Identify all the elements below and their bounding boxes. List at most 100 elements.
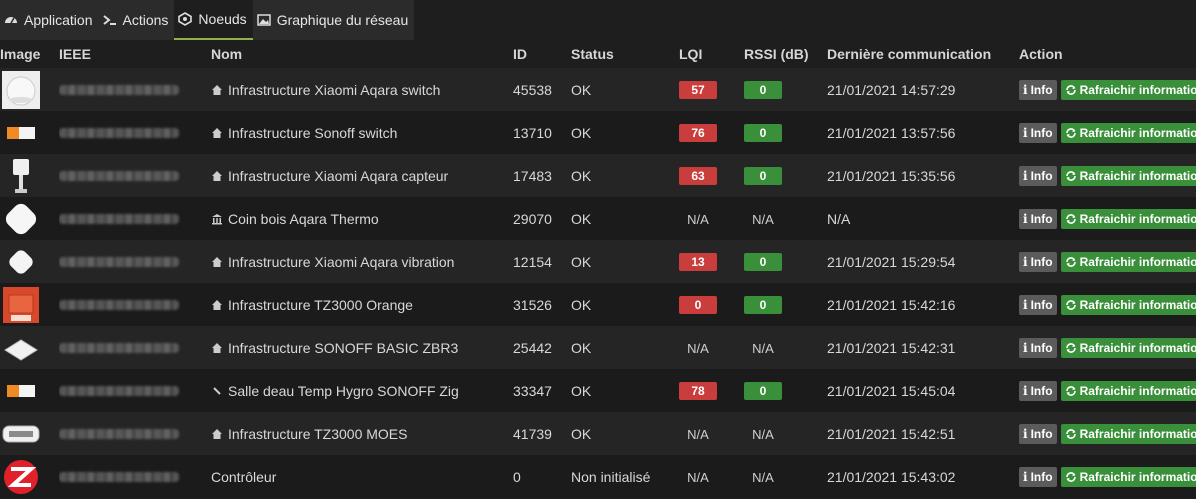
- device-name: Infrastructure TZ3000 Orange: [211, 297, 513, 313]
- device-id: 12154: [513, 240, 571, 283]
- device-id: 25442: [513, 326, 571, 369]
- info-icon: i: [1023, 469, 1028, 484]
- last-communication: 21/01/2021 15:35:56: [827, 154, 1019, 197]
- table-row: Contrôleur 0 Non initialisé N/A N/A 21/0…: [0, 455, 1196, 498]
- home-icon: [211, 84, 223, 96]
- info-button[interactable]: i Info: [1019, 165, 1057, 186]
- tab-actions[interactable]: Actions: [98, 0, 175, 40]
- refresh-button-label: Rafraichir informations: [1079, 211, 1196, 226]
- refresh-button[interactable]: Rafraichir informations: [1060, 79, 1196, 100]
- table-row: Coin bois Aqara Thermo 29070 OK N/A N/A …: [0, 197, 1196, 240]
- device-name: Infrastructure SONOFF BASIC ZBR3: [211, 340, 513, 356]
- device-image: [0, 414, 42, 454]
- refresh-button-label: Rafraichir informations: [1079, 340, 1196, 355]
- device-name-label: Infrastructure Xiaomi Aqara switch: [228, 81, 441, 98]
- refresh-button-label: Rafraichir informations: [1079, 168, 1196, 183]
- refresh-button-label: Rafraichir informations: [1079, 254, 1196, 269]
- device-name-label: Salle deau Temp Hygro SONOFF Zig: [228, 382, 459, 399]
- lqi-badge: 78: [679, 381, 717, 400]
- rssi-badge: 0: [744, 295, 782, 314]
- info-button[interactable]: i Info: [1019, 208, 1057, 229]
- last-communication: 21/01/2021 15:45:04: [827, 369, 1019, 412]
- last-communication: 21/01/2021 15:42:31: [827, 326, 1019, 369]
- info-button-label: Info: [1030, 383, 1053, 398]
- refresh-button-label: Rafraichir informations: [1079, 383, 1196, 398]
- last-communication: 21/01/2021 14:57:29: [827, 68, 1019, 111]
- device-name-label: Infrastructure Xiaomi Aqara vibration: [228, 253, 455, 270]
- device-image: [0, 199, 42, 239]
- info-button[interactable]: i Info: [1019, 122, 1057, 143]
- info-button[interactable]: i Info: [1019, 466, 1057, 487]
- device-image: [0, 285, 42, 325]
- home-icon: [211, 342, 223, 354]
- refresh-button[interactable]: Rafraichir informations: [1060, 208, 1196, 229]
- device-image: [0, 242, 42, 282]
- refresh-icon: [1065, 170, 1076, 181]
- device-name-label: Contrôleur: [211, 468, 277, 485]
- image-icon: [256, 14, 271, 26]
- col-lqi: LQI: [679, 46, 703, 62]
- device-image: [0, 113, 42, 153]
- col-ieee: IEEE: [59, 46, 91, 62]
- refresh-icon: [1065, 471, 1076, 482]
- refresh-button[interactable]: Rafraichir informations: [1060, 380, 1196, 401]
- ieee-redacted: [59, 170, 179, 181]
- device-id: 41739: [513, 412, 571, 455]
- refresh-button[interactable]: Rafraichir informations: [1060, 337, 1196, 358]
- device-id: 33347: [513, 369, 571, 412]
- refresh-icon: [1065, 385, 1076, 396]
- home-icon: [211, 299, 223, 311]
- device-name-label: Infrastructure TZ3000 Orange: [228, 296, 413, 313]
- refresh-button-label: Rafraichir informations: [1079, 125, 1196, 140]
- refresh-button[interactable]: Rafraichir informations: [1060, 165, 1196, 186]
- table-row: Infrastructure Xiaomi Aqara vibration 12…: [0, 240, 1196, 283]
- device-name-label: Infrastructure TZ3000 MOES: [228, 425, 408, 442]
- refresh-button-label: Rafraichir informations: [1079, 426, 1196, 441]
- col-last-comm: Dernière communication: [827, 46, 992, 62]
- device-name: Infrastructure Xiaomi Aqara vibration: [211, 254, 513, 270]
- device-status: OK: [571, 111, 679, 154]
- last-communication: N/A: [827, 197, 1019, 240]
- col-status: Status: [571, 46, 614, 62]
- home-icon: [211, 256, 223, 268]
- info-button[interactable]: i Info: [1019, 294, 1057, 315]
- ieee-redacted: [59, 256, 179, 267]
- refresh-icon: [1065, 213, 1076, 224]
- tab-graphique[interactable]: Graphique du réseau: [252, 0, 415, 40]
- refresh-button[interactable]: Rafraichir informations: [1060, 466, 1196, 487]
- tab-application[interactable]: Application: [0, 0, 99, 40]
- info-button[interactable]: i Info: [1019, 380, 1057, 401]
- home-icon: [211, 428, 223, 440]
- ieee-redacted: [59, 299, 179, 310]
- refresh-button-label: Rafraichir informations: [1079, 469, 1196, 484]
- info-button[interactable]: i Info: [1019, 337, 1057, 358]
- info-icon: i: [1023, 426, 1028, 441]
- refresh-icon: [1065, 84, 1076, 95]
- device-image: [0, 156, 42, 196]
- info-icon: i: [1023, 211, 1028, 226]
- info-icon: i: [1023, 383, 1028, 398]
- info-button[interactable]: i Info: [1019, 423, 1057, 444]
- info-button[interactable]: i Info: [1019, 251, 1057, 272]
- dashboard-icon: [5, 17, 17, 24]
- last-communication: 21/01/2021 13:57:56: [827, 111, 1019, 154]
- ieee-redacted: [59, 84, 179, 95]
- device-status: OK: [571, 68, 679, 111]
- lqi-badge: 0: [679, 295, 717, 314]
- refresh-button-label: Rafraichir informations: [1079, 82, 1196, 97]
- rssi-badge: 0: [744, 123, 782, 142]
- info-button[interactable]: i Info: [1019, 79, 1057, 100]
- ieee-redacted: [59, 213, 179, 224]
- refresh-button[interactable]: Rafraichir informations: [1060, 423, 1196, 444]
- tab-label: Actions: [122, 12, 169, 28]
- ieee-redacted: [59, 428, 179, 439]
- tab-noeuds[interactable]: Noeuds: [174, 0, 253, 40]
- refresh-button[interactable]: Rafraichir informations: [1060, 122, 1196, 143]
- info-icon: i: [1023, 297, 1028, 312]
- table-row: Infrastructure Xiaomi Aqara switch 45538…: [0, 68, 1196, 111]
- device-name-label: Coin bois Aqara Thermo: [228, 210, 379, 227]
- table-row: Infrastructure TZ3000 MOES 41739 OK N/A …: [0, 412, 1196, 455]
- info-button-label: Info: [1030, 469, 1053, 484]
- refresh-button[interactable]: Rafraichir informations: [1060, 294, 1196, 315]
- refresh-button[interactable]: Rafraichir informations: [1060, 251, 1196, 272]
